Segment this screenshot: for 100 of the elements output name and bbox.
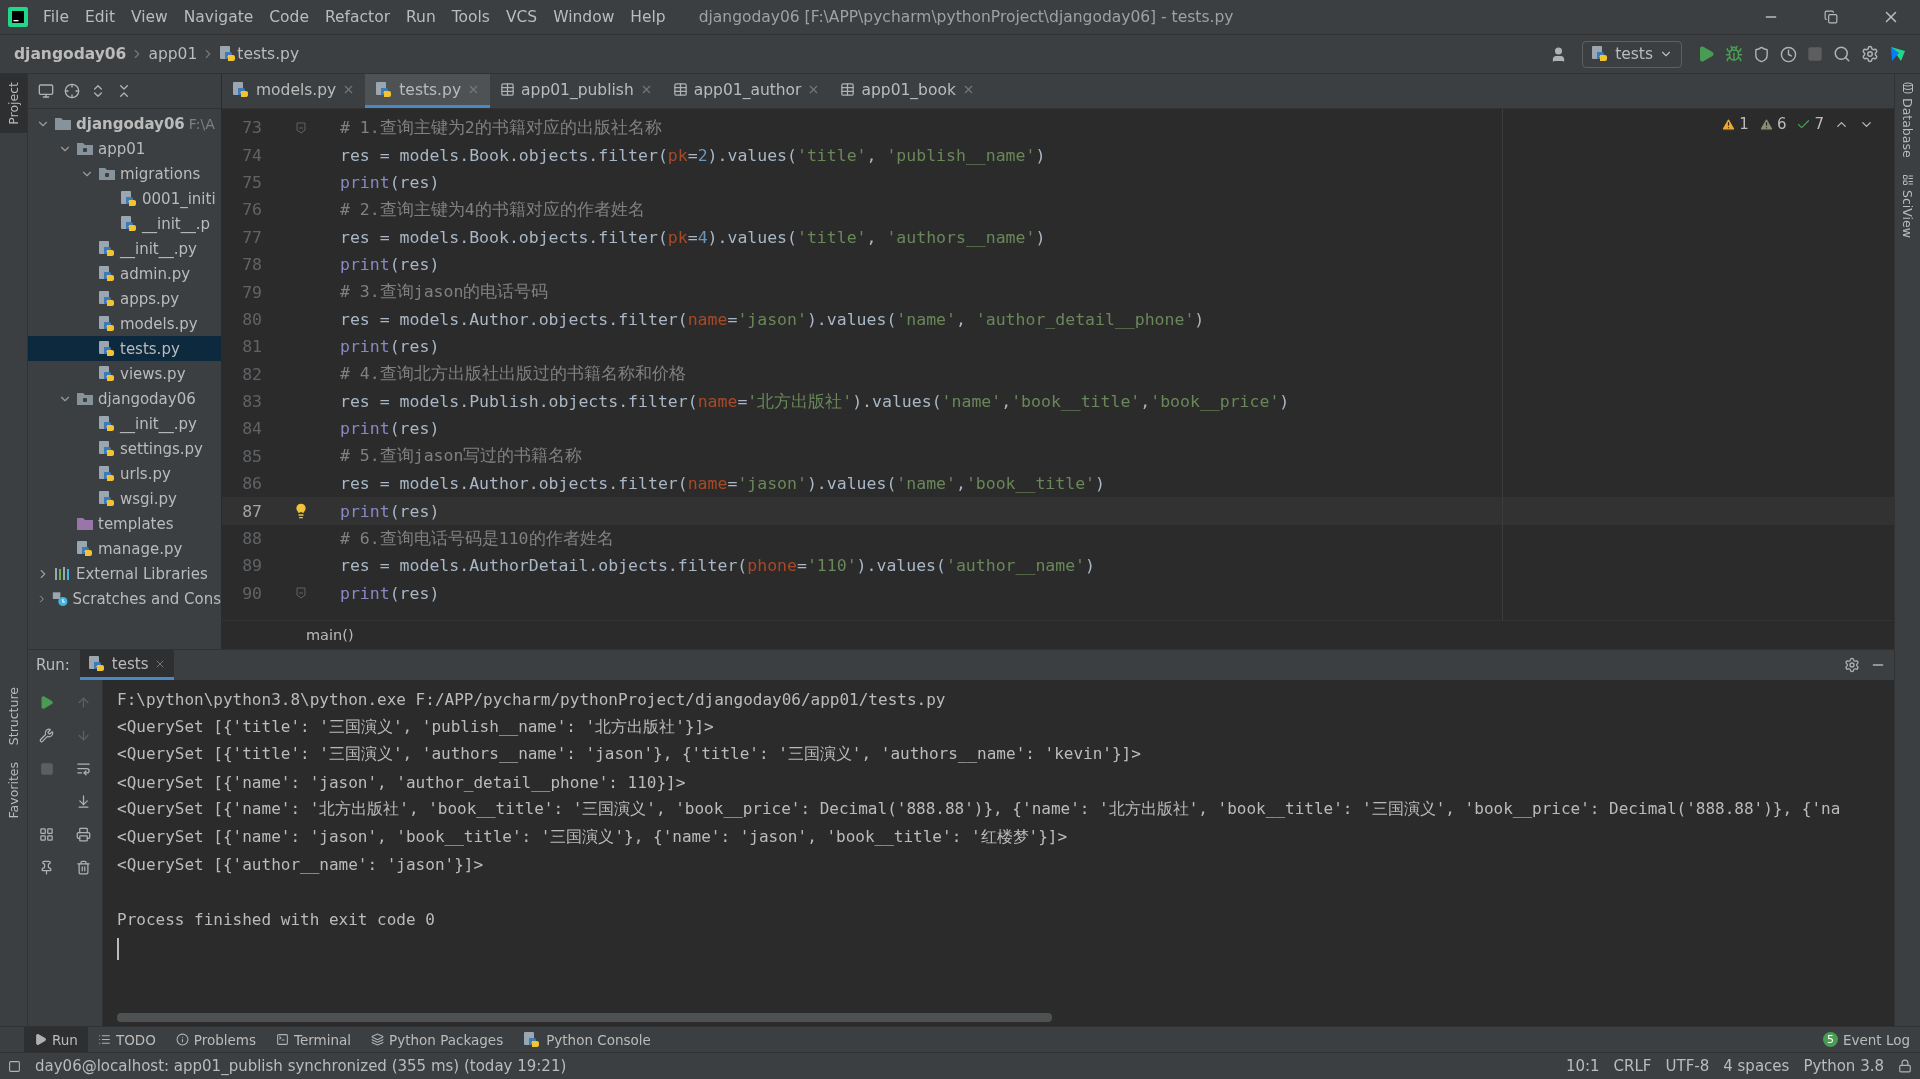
run-configuration-dropdown[interactable]: tests [1582,40,1682,68]
menu-item[interactable]: Run [399,8,443,26]
tree-item[interactable]: External Libraries [28,561,221,586]
tree-item[interactable]: manage.py [28,536,221,561]
menu-item[interactable]: File [36,8,76,26]
inspection-count[interactable]: 6 [1776,115,1787,133]
folder-icon [76,516,94,531]
tree-item[interactable]: Scratches and Cons [28,586,221,611]
debug-icon[interactable] [1725,45,1743,63]
menu-item[interactable]: Refactor [318,8,397,26]
tree-item[interactable]: 0001_initi [28,186,221,211]
tree-item[interactable]: settings.py [28,436,221,461]
editor-tab[interactable]: app01_author [662,74,831,108]
wrench-icon[interactable] [39,728,54,743]
event-log-button[interactable]: 5 Event Log [1812,1027,1920,1052]
toolbox-icon[interactable] [1889,45,1907,63]
tree-item[interactable]: templates [28,511,221,536]
tree-item[interactable]: models.py [28,311,221,336]
menu-item[interactable]: Help [623,8,673,26]
menu-item[interactable]: Window [546,8,622,26]
terminal-icon [276,1033,290,1046]
menu-item[interactable]: Edit [77,8,122,26]
exit-message: Process finished with exit code 0 [117,910,435,930]
inspection-count[interactable]: 1 [1739,115,1749,133]
restore-icon[interactable] [1824,10,1838,24]
lock-icon[interactable] [1898,1059,1912,1073]
inspection-count[interactable]: 7 [1814,115,1824,133]
tool-window-tab[interactable]: Database [1895,74,1920,166]
settings-icon[interactable] [1844,657,1860,673]
code-line: print(res) [340,255,440,275]
tool-window-button[interactable]: Terminal [266,1027,362,1052]
tool-window-button[interactable]: Python Packages [361,1027,514,1052]
menu-item[interactable]: Code [262,8,316,26]
tree-item[interactable]: migrations [28,161,221,186]
search-icon[interactable] [1833,45,1851,63]
fold-marker-icon[interactable] [296,587,306,600]
tree-item[interactable]: djangoday06 [28,386,221,411]
breadcrumb[interactable]: app01 [148,45,198,63]
breadcrumb[interactable]: tests.py [237,45,300,63]
code-line: res = models.Author.objects.filter(name='jason').values('name', 'author_detail__phone') [340,309,1205,329]
menu-item[interactable]: VCS [498,8,545,26]
tool-window-button[interactable]: TODO [87,1027,166,1052]
layout-icon[interactable] [39,827,54,842]
tree-item[interactable]: __init__.py [28,236,221,261]
line-number: 79 [241,282,262,302]
tree-item[interactable]: views.py [28,361,221,386]
status-item[interactable]: Python 3.8 [1803,1057,1884,1075]
editor-tab[interactable]: tests.py [365,74,491,108]
view-mode-icon[interactable] [38,83,54,99]
status-item[interactable]: UTF-8 [1665,1057,1710,1075]
scroll-to-end-icon[interactable] [76,794,91,809]
tool-window-button[interactable]: Run [24,1027,88,1052]
menu-item[interactable]: Tools [444,8,497,26]
tree-label: tests.py [120,339,180,358]
tree-item[interactable]: wsgi.py [28,486,221,511]
breadcrumb[interactable]: djangoday06 [14,45,127,63]
settings-icon[interactable] [1861,45,1879,63]
editor-tab[interactable]: models.py [222,74,366,108]
tree-item[interactable]: __init__.p [28,211,221,236]
tool-window-tab[interactable]: Structure [0,679,27,754]
menu-item[interactable]: Navigate [176,8,261,26]
profile-icon[interactable] [1780,45,1797,63]
trash-icon[interactable] [76,860,91,875]
print-icon[interactable] [76,827,91,842]
tree-item[interactable]: urls.py [28,461,221,486]
code-line: # 6.查询电话号码是110的作者姓名 [340,527,614,550]
tool-window-tab[interactable]: Favorites [0,753,27,826]
pin-icon[interactable] [39,860,54,875]
tree-item[interactable]: apps.py [28,286,221,311]
tree-item[interactable]: app01 [28,136,221,161]
tree-label: manage.py [98,539,183,558]
code-line: print(res) [340,337,440,357]
status-item[interactable]: CRLF [1613,1057,1652,1075]
horizontal-scrollbar[interactable] [117,1013,1052,1022]
locate-icon[interactable] [64,83,80,99]
tool-window-button[interactable]: Python Console [513,1027,661,1052]
run-icon[interactable] [1697,45,1715,63]
coverage-icon[interactable] [1753,45,1770,63]
code-breadcrumb[interactable]: main() [306,627,354,643]
status-item[interactable]: 10:1 [1565,1057,1600,1075]
tree-item[interactable]: admin.py [28,261,221,286]
editor-tab[interactable]: app01_book [830,74,985,108]
tool-window-button[interactable]: Problems [165,1027,267,1052]
tree-item[interactable]: djangoday06 F:\A [28,111,221,136]
tool-window-tab[interactable]: SciView [1895,165,1920,246]
folder-icon [76,391,94,406]
tool-window-tab[interactable]: Project [0,74,27,133]
fold-marker-icon[interactable] [296,121,306,134]
tree-item[interactable]: tests.py [28,336,221,361]
menu-item[interactable]: View [123,8,175,26]
tree-item[interactable]: __init__.py [28,411,221,436]
rerun-icon[interactable] [39,695,54,710]
editor-tab[interactable]: app01_publish [490,74,663,108]
panel-toggle-icon[interactable] [8,1059,21,1073]
status-item[interactable]: 4 spaces [1723,1057,1790,1075]
lightbulb-icon[interactable] [293,503,309,520]
python-file-icon [120,189,138,208]
wrap-icon[interactable] [76,761,91,776]
run-tab[interactable]: tests [79,650,175,680]
line-number: 89 [241,556,262,576]
